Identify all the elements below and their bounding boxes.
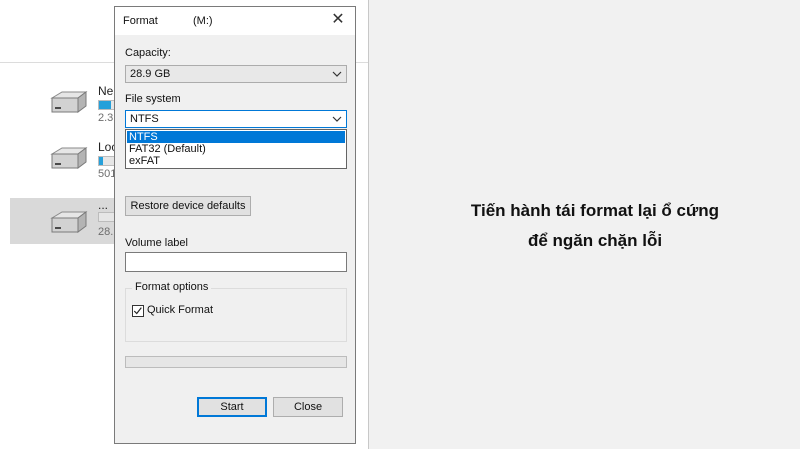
filesystem-select[interactable]: NTFS	[125, 110, 347, 128]
volume-label-input[interactable]	[125, 252, 347, 272]
dialog-drive-label: (M:)	[193, 15, 213, 27]
filesystem-option-fat32[interactable]: FAT32 (Default)	[127, 143, 345, 155]
capacity-select[interactable]: 28.9 GB	[125, 65, 347, 83]
caption-text: Tiến hành tái format lại ổ cứng để ngăn …	[400, 196, 790, 256]
capacity-label: Capacity:	[125, 47, 171, 59]
quick-format-label: Quick Format	[147, 304, 214, 316]
hard-drive-icon	[50, 211, 88, 233]
filesystem-dropdown-list: NTFS FAT32 (Default) exFAT	[125, 129, 347, 169]
drive-name: ...	[98, 198, 109, 212]
caption-line-2: để ngăn chặn lỗi	[527, 231, 663, 250]
caption-line-1: Tiến hành tái format lại ổ cứng	[470, 201, 720, 220]
drive-name: Ne	[98, 84, 114, 98]
dialog-title: Format	[123, 15, 158, 27]
close-button[interactable]: Close	[273, 397, 343, 417]
chevron-down-icon	[332, 116, 342, 122]
close-icon[interactable]: ✕	[327, 10, 349, 30]
format-options-group: Format options Quick Format	[125, 281, 347, 342]
filesystem-option-exfat[interactable]: exFAT	[127, 155, 345, 167]
filesystem-value: NTFS	[130, 113, 159, 125]
volume-label: Volume label	[125, 237, 188, 249]
restore-defaults-button[interactable]: Restore device defaults	[125, 196, 251, 216]
format-progress-bar	[125, 356, 347, 368]
format-options-title: Format options	[132, 281, 212, 293]
drive-item-3-selected[interactable]: ... 28.	[10, 198, 120, 244]
drive-size: 28.	[98, 226, 114, 238]
checkmark-icon	[133, 307, 142, 315]
start-button[interactable]: Start	[197, 397, 267, 417]
format-dialog: Format (M:) ✕ Capacity: 28.9 GB File sys…	[114, 6, 356, 444]
filesystem-label: File system	[125, 93, 181, 105]
chevron-down-icon	[332, 71, 342, 77]
dialog-titlebar: Format (M:) ✕	[115, 7, 355, 35]
hard-drive-icon	[50, 91, 88, 113]
filesystem-option-ntfs[interactable]: NTFS	[127, 131, 345, 143]
hard-drive-icon	[50, 147, 88, 169]
capacity-value: 28.9 GB	[130, 68, 171, 80]
quick-format-checkbox[interactable]	[132, 305, 144, 317]
explorer-window: Ne 2.3 Loc 501 ... 28. Format (M:) ✕ Cap…	[0, 0, 369, 449]
drive-size: 2.3	[98, 112, 114, 124]
